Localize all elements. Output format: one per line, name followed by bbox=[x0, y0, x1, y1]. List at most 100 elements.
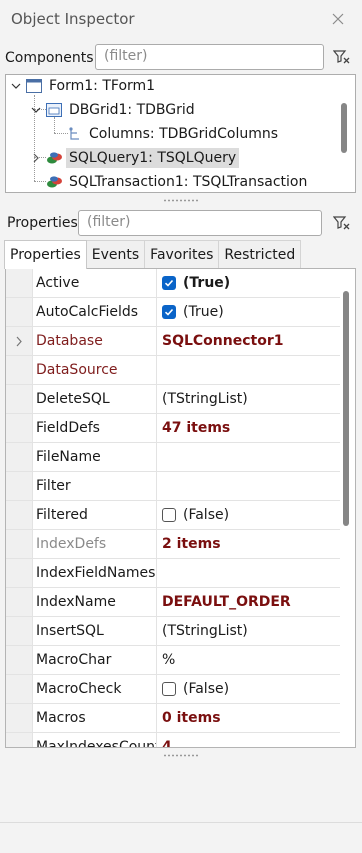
close-button[interactable] bbox=[314, 0, 362, 38]
sqlquery1-expand-toggle[interactable] bbox=[30, 152, 42, 164]
property-name: FileName bbox=[36, 449, 101, 465]
property-row-fielddefs[interactable]: FieldDefs 47 items bbox=[6, 414, 340, 443]
column-divider[interactable] bbox=[156, 472, 157, 500]
column-divider[interactable] bbox=[156, 414, 157, 442]
tab-restricted[interactable]: Restricted bbox=[218, 240, 302, 268]
property-value[interactable]: SQLConnector1 bbox=[162, 327, 283, 355]
components-filter-input[interactable]: (filter) bbox=[95, 44, 324, 70]
property-row-macros[interactable]: Macros 0 items bbox=[6, 704, 340, 733]
property-row-gutter bbox=[6, 298, 33, 326]
column-divider[interactable] bbox=[156, 704, 157, 732]
components-filter-placeholder: (filter) bbox=[104, 48, 148, 64]
properties-filter-input[interactable]: (filter) bbox=[78, 210, 322, 236]
property-row-filtered[interactable]: Filtered (False) bbox=[6, 501, 340, 530]
tree-node-form1[interactable]: Form1: TForm1 bbox=[26, 75, 158, 97]
column-divider[interactable] bbox=[156, 530, 157, 558]
property-row-database[interactable]: Database SQLConnector1 bbox=[6, 327, 340, 356]
column-divider[interactable] bbox=[156, 617, 157, 645]
tree-node-label: SQLQuery1: TSQLQuery bbox=[66, 148, 240, 168]
splitter-grip[interactable] bbox=[163, 754, 199, 757]
column-divider[interactable] bbox=[156, 675, 157, 703]
property-value-text: (True) bbox=[183, 274, 231, 291]
column-divider[interactable] bbox=[156, 385, 157, 413]
property-name: IndexFieldNames bbox=[36, 565, 156, 581]
property-row-gutter bbox=[6, 704, 33, 732]
property-checkbox[interactable] bbox=[162, 305, 176, 319]
tab-events[interactable]: Events bbox=[85, 240, 146, 268]
property-row-gutter bbox=[6, 733, 33, 747]
column-divider[interactable] bbox=[156, 269, 157, 297]
tree-node-sqltransaction1[interactable]: SQLTransaction1: TSQLTransaction bbox=[46, 171, 310, 192]
property-row-indexfieldnames[interactable]: IndexFieldNames bbox=[6, 559, 340, 588]
tree-node-dbgrid1[interactable]: DBGrid1: TDBGrid bbox=[46, 99, 198, 121]
property-name: IndexName bbox=[36, 594, 116, 610]
property-name: Database bbox=[36, 333, 103, 349]
chevron-right-icon bbox=[33, 153, 39, 163]
column-divider[interactable] bbox=[156, 646, 157, 674]
property-value[interactable]: DEFAULT_ORDER bbox=[162, 588, 291, 616]
property-name: AutoCalcFields bbox=[36, 304, 139, 320]
property-checkbox[interactable] bbox=[162, 508, 176, 522]
sqlquery-icon bbox=[47, 152, 62, 164]
property-value[interactable]: (False) bbox=[162, 501, 229, 529]
property-value[interactable]: (TStringList) bbox=[162, 617, 248, 645]
column-divider[interactable] bbox=[156, 443, 157, 471]
column-divider[interactable] bbox=[156, 327, 157, 355]
tab-favorites[interactable]: Favorites bbox=[144, 240, 220, 268]
column-divider[interactable] bbox=[156, 356, 157, 384]
property-value[interactable]: 47 items bbox=[162, 414, 230, 442]
column-divider[interactable] bbox=[156, 588, 157, 616]
property-value[interactable]: (True) bbox=[162, 269, 230, 297]
column-divider[interactable] bbox=[156, 501, 157, 529]
tree-node-sqlquery1[interactable]: SQLQuery1: TSQLQuery bbox=[46, 147, 240, 169]
property-value[interactable]: 0 items bbox=[162, 704, 221, 732]
property-name: MaxIndexesCount bbox=[36, 739, 157, 748]
clear-filter-icon bbox=[333, 50, 350, 64]
property-value[interactable]: 4 bbox=[162, 733, 172, 748]
tab-properties[interactable]: Properties bbox=[4, 240, 87, 269]
properties-filter-clear-button[interactable] bbox=[330, 211, 354, 235]
property-row-datasource[interactable]: DataSource bbox=[6, 356, 340, 385]
tree-connector bbox=[34, 181, 46, 182]
tree-scrollbar-thumb[interactable] bbox=[341, 103, 347, 153]
property-value[interactable]: (False) bbox=[162, 675, 229, 703]
property-row-macrocheck[interactable]: MacroCheck (False) bbox=[6, 675, 340, 704]
chevron-right-icon[interactable] bbox=[15, 336, 23, 347]
property-checkbox[interactable] bbox=[162, 276, 176, 290]
form1-collapse-toggle[interactable] bbox=[10, 80, 22, 92]
property-value[interactable]: % bbox=[162, 646, 175, 674]
property-row-indexdefs[interactable]: IndexDefs 2 items bbox=[6, 530, 340, 559]
property-name: MacroChar bbox=[36, 652, 112, 668]
property-value[interactable]: 2 items bbox=[162, 530, 221, 558]
tree-node-columns[interactable]: Columns: TDBGridColumns bbox=[68, 123, 281, 145]
column-divider[interactable] bbox=[156, 733, 157, 747]
property-row-macrochar[interactable]: MacroChar% bbox=[6, 646, 340, 675]
splitter-grip[interactable] bbox=[163, 199, 199, 202]
property-grid-scrollbar-thumb[interactable] bbox=[343, 291, 349, 526]
column-divider[interactable] bbox=[156, 298, 157, 326]
property-value-text: 47 items bbox=[162, 419, 231, 436]
component-tree[interactable]: Form1: TForm1 DBGrid1: TDBGrid Columns: … bbox=[5, 74, 356, 193]
dbgrid1-collapse-toggle[interactable] bbox=[30, 104, 42, 116]
property-row-filter[interactable]: Filter bbox=[6, 472, 340, 501]
chevron-down-icon bbox=[11, 83, 21, 89]
property-row-gutter bbox=[6, 327, 33, 355]
property-row-maxindexescount[interactable]: MaxIndexesCount 4 bbox=[6, 733, 340, 748]
chevron-down-icon bbox=[31, 107, 41, 113]
property-row-gutter bbox=[6, 588, 33, 616]
sqltransaction-icon bbox=[47, 176, 62, 188]
property-value[interactable]: (TStringList) bbox=[162, 385, 248, 413]
property-grid[interactable]: Active (True) AutoCalcFields (True) Database… bbox=[5, 268, 356, 748]
property-row-filename[interactable]: FileName bbox=[6, 443, 340, 472]
components-filter-clear-button[interactable] bbox=[330, 45, 354, 69]
property-value[interactable]: (True) bbox=[162, 298, 224, 326]
property-row-indexname[interactable]: IndexName DEFAULT_ORDER bbox=[6, 588, 340, 617]
property-row-autocalcfields[interactable]: AutoCalcFields (True) bbox=[6, 298, 340, 327]
property-row-insertsql[interactable]: InsertSQL (TStringList) bbox=[6, 617, 340, 646]
property-value-text: % bbox=[162, 651, 176, 668]
property-row-deletesql[interactable]: DeleteSQL (TStringList) bbox=[6, 385, 340, 414]
column-divider[interactable] bbox=[156, 559, 157, 587]
property-checkbox[interactable] bbox=[162, 682, 176, 696]
property-row-active[interactable]: Active (True) bbox=[6, 269, 340, 298]
property-name: DataSource bbox=[36, 362, 118, 378]
